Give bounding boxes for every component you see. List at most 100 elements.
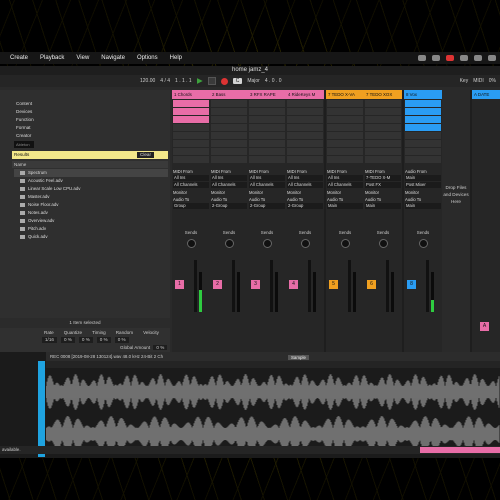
input-channel[interactable]: Post FX [365,182,401,188]
input-source[interactable]: All Ins [249,175,285,181]
sample-tab[interactable]: Sample [288,355,309,360]
clip-slot[interactable] [365,116,401,123]
scale-selector[interactable]: Major [247,78,260,84]
track-number[interactable]: 6 [367,280,376,289]
volume-fader[interactable] [386,260,389,312]
list-item[interactable]: Spectrum [14,169,168,177]
clip-slot[interactable] [365,140,401,147]
track-header[interactable]: 7 TEDO XOX [364,90,402,99]
clip-slot[interactable] [405,148,441,155]
list-item[interactable]: Overview.adv [14,217,168,225]
clip-slot[interactable] [173,132,209,139]
list-item[interactable]: Pitch.adv [14,225,168,233]
tree-item[interactable]: Format [0,124,170,132]
list-item[interactable]: Notes.adv [14,209,168,217]
clip-slot[interactable] [327,140,363,147]
output-dest[interactable]: Main [327,203,363,209]
menu-view[interactable]: View [76,55,89,61]
track-header[interactable]: 3 RFX RAPE [248,90,286,99]
track-number[interactable]: A [480,322,489,331]
output-dest[interactable]: 2-Group [287,203,323,209]
key-selector[interactable]: C [232,78,243,84]
track-header[interactable]: 8 Vox [404,90,442,99]
input-source[interactable]: All Ins [173,175,209,181]
drop-zone[interactable]: Drop Files and Devices Here [442,90,470,354]
name-column-header[interactable]: Name [12,161,168,168]
clip-slot[interactable] [327,124,363,131]
clip-slot[interactable] [173,148,209,155]
track-header[interactable]: 7 TEDO X-VA [326,90,364,99]
quantize-value[interactable]: 0 % [60,337,75,343]
volume-fader[interactable] [194,260,197,312]
clip-slot[interactable] [249,132,285,139]
clip-slot[interactable] [249,108,285,115]
clip-handle[interactable] [38,361,45,457]
clip-slot[interactable] [173,140,209,147]
clip-slot[interactable] [327,148,363,155]
clip-slot[interactable] [327,108,363,115]
menu-help[interactable]: Help [170,55,182,61]
clip-slot[interactable] [287,140,323,147]
volume-fader[interactable] [348,260,351,312]
clear-button[interactable]: Clear [137,152,154,158]
play-icon[interactable] [196,78,203,84]
clip-slot[interactable] [211,156,247,163]
track-number[interactable]: 1 [175,280,184,289]
status-icon[interactable] [460,55,468,61]
input-channel[interactable]: All Channels [249,182,285,188]
list-item[interactable]: Acoustic Feel.adv [14,177,168,185]
clip-slot[interactable] [211,124,247,131]
clip-slot[interactable] [365,148,401,155]
clip-slot[interactable] [405,156,441,163]
output-dest[interactable]: 2-Group [211,203,247,209]
volume-fader[interactable] [426,260,429,312]
time-signature[interactable]: 4 / 4 [160,78,170,84]
clip-slot[interactable] [287,100,323,107]
track-header[interactable]: 1 Chords [172,90,210,99]
clip-slot[interactable] [405,140,441,147]
input-source[interactable]: All Ins [211,175,247,181]
input-channel[interactable]: All Channels [211,182,247,188]
clip-slot[interactable] [211,148,247,155]
clip-slot[interactable] [327,132,363,139]
tree-item[interactable]: Creator [0,132,170,140]
output-dest[interactable]: Main [365,203,401,209]
midi-label[interactable]: MIDI [473,78,484,84]
global-amount-value[interactable]: 0 % [153,345,168,350]
velocity-value[interactable]: 0 % [114,337,129,343]
volume-fader[interactable] [232,260,235,312]
status-icon[interactable] [418,55,426,61]
input-source[interactable]: Main [405,175,441,181]
clip-slot[interactable] [365,132,401,139]
timing-value[interactable]: 0 % [78,337,93,343]
volume-fader[interactable] [308,260,311,312]
track-number[interactable]: 3 [251,280,260,289]
key-label[interactable]: Key [460,78,469,84]
tree-item[interactable]: Function [0,116,170,124]
length-display[interactable]: 4 . 0 . 0 [265,78,282,84]
stop-icon[interactable] [207,77,216,85]
clip-slot[interactable] [173,108,209,115]
menu-navigate[interactable]: Navigate [101,55,125,61]
clip-slot[interactable] [287,108,323,115]
clip-slot[interactable] [173,124,209,131]
scroll-bar[interactable] [420,447,500,453]
clip-slot[interactable] [211,108,247,115]
clip-slot[interactable] [211,132,247,139]
input-channel[interactable]: All Channels [327,182,363,188]
output-dest[interactable]: 2-Group [249,203,285,209]
position-display[interactable]: 1 . 1 . 1 [175,78,192,84]
input-channel[interactable]: All Channels [173,182,209,188]
input-channel[interactable]: All Channels [287,182,323,188]
track-header[interactable]: 4 RideKeys M [286,90,324,99]
output-dest[interactable]: Main [405,203,441,209]
volume-fader[interactable] [270,260,273,312]
clip-slot[interactable] [365,156,401,163]
clip-slot[interactable] [405,100,441,107]
clip-slot[interactable] [249,100,285,107]
list-item[interactable]: Linear Scale Low CPU.adv [14,185,168,193]
waveform[interactable] [46,370,500,456]
filter-chip[interactable]: Ableton [14,141,34,148]
clip-slot[interactable] [287,148,323,155]
clip-slot[interactable] [405,116,441,123]
